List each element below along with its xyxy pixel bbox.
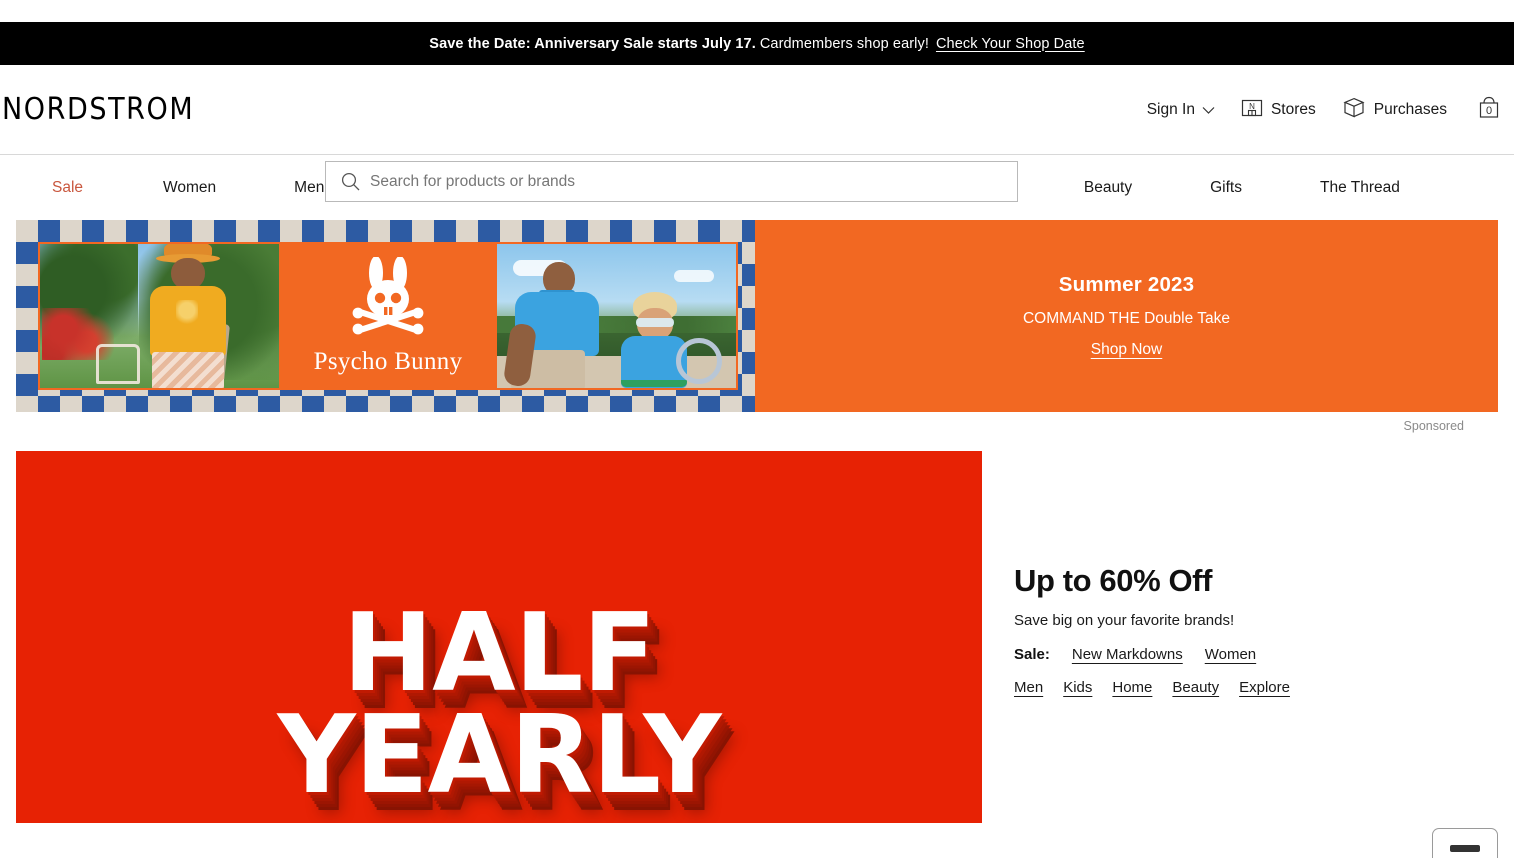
link-beauty[interactable]: Beauty — [1172, 679, 1219, 696]
link-home[interactable]: Home — [1112, 679, 1152, 696]
search-input[interactable] — [370, 172, 1017, 191]
hero-links-row-2: Men Kids Home Beauty Explore — [1014, 679, 1498, 696]
chevron-down-icon — [1202, 106, 1215, 115]
shopping-bag-icon: 0 — [1476, 94, 1502, 127]
sign-in-button[interactable]: Sign In — [1134, 101, 1228, 119]
search-icon — [340, 171, 361, 192]
stores-label: Stores — [1270, 101, 1316, 118]
bag-count: 0 — [1486, 105, 1492, 117]
half-yearly-hero-section: HALF YEARLY Up to 60% Off Save big on yo… — [0, 451, 1514, 823]
shopping-bag-button[interactable]: 0 — [1460, 94, 1502, 127]
sponsored-ad-section: Psycho Bunny Summer 2023 COMMAND THE Dou… — [0, 220, 1514, 433]
nav-item-sale[interactable]: Sale — [52, 179, 83, 197]
psycho-bunny-ad-banner[interactable]: Psycho Bunny Summer 2023 COMMAND THE Dou… — [16, 220, 1498, 412]
nav-item-beauty[interactable]: Beauty — [1084, 179, 1132, 197]
sign-in-label: Sign In — [1146, 101, 1195, 118]
link-men[interactable]: Men — [1014, 679, 1043, 696]
chat-widget-icon — [1450, 845, 1480, 852]
nav-item-women[interactable]: Women — [163, 179, 216, 197]
bunny-skull-crossbones-icon — [346, 255, 430, 342]
promo-banner: Save the Date: Anniversary Sale starts J… — [0, 22, 1514, 65]
nordstrom-logo[interactable]: NORDSTROM — [2, 94, 194, 125]
package-box-icon — [1342, 96, 1366, 125]
link-new-markdowns[interactable]: New Markdowns — [1072, 646, 1183, 663]
stores-button[interactable]: N Stores — [1228, 97, 1329, 124]
search-box[interactable] — [325, 161, 1018, 202]
purchases-label: Purchases — [1373, 101, 1447, 118]
half-yearly-line-1: HALF — [342, 591, 657, 716]
nav-item-gifts[interactable]: Gifts — [1210, 179, 1242, 197]
half-yearly-hero-image[interactable]: HALF YEARLY — [16, 451, 982, 823]
header-utility-nav: Sign In N Stores Purchases 0 — [1134, 65, 1502, 155]
sponsored-label: Sponsored — [1403, 419, 1464, 433]
ad-title: Summer 2023 — [1058, 273, 1195, 296]
hero-title: Up to 60% Off — [1014, 562, 1213, 598]
hero-subtitle: Save big on your favorite brands! — [1014, 611, 1235, 629]
svg-text:N: N — [1249, 102, 1255, 111]
ad-copy-panel: Summer 2023 COMMAND THE Double Take Shop… — [755, 220, 1498, 412]
store-icon: N — [1241, 97, 1263, 124]
hero-links-row-1: Sale: New Markdowns Women — [1014, 646, 1498, 663]
psycho-bunny-logo-panel: Psycho Bunny — [281, 242, 495, 390]
search-container — [325, 161, 1018, 202]
link-explore[interactable]: Explore — [1239, 679, 1290, 696]
link-women[interactable]: Women — [1205, 646, 1256, 663]
half-yearly-line-2: YEARLY — [277, 692, 722, 818]
ad-imagery-panel: Psycho Bunny — [16, 220, 755, 412]
top-spacer-strip — [0, 0, 1514, 22]
ad-shop-now-link[interactable]: Shop Now — [1091, 341, 1163, 359]
hero-copy-panel: Up to 60% Off Save big on your favorite … — [982, 451, 1498, 823]
site-header: NORDSTROM Sign In — [0, 65, 1514, 202]
link-kids[interactable]: Kids — [1063, 679, 1092, 696]
ad-subtitle: COMMAND THE Double Take — [1022, 310, 1231, 327]
sale-label: Sale: — [1014, 645, 1050, 663]
check-your-shop-date-link[interactable]: Check Your Shop Date — [936, 36, 1085, 52]
promo-rest-text: Cardmembers shop early! — [759, 35, 929, 52]
ad-photo-man-with-racket — [38, 242, 281, 390]
nav-item-the-thread[interactable]: The Thread — [1320, 179, 1400, 197]
psycho-bunny-wordmark: Psycho Bunny — [313, 347, 463, 375]
purchases-button[interactable]: Purchases — [1329, 96, 1460, 125]
ad-photo-man-and-boy-tennis — [495, 242, 738, 390]
half-yearly-headline: HALF YEARLY — [277, 591, 722, 818]
nav-item-men[interactable]: Men — [294, 179, 324, 197]
promo-bold-text: Save the Date: Anniversary Sale starts J… — [429, 35, 756, 52]
chat-widget-button[interactable] — [1432, 828, 1498, 858]
